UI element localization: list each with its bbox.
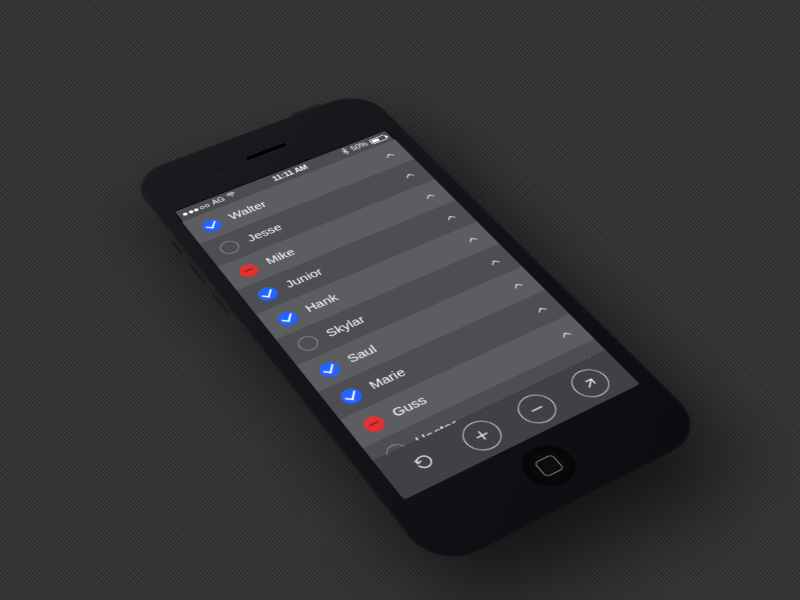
minus-icon [524, 399, 551, 419]
undo-button[interactable] [398, 442, 453, 484]
empty-circle-icon[interactable] [294, 333, 322, 353]
chevron-up-icon[interactable] [484, 255, 506, 270]
wifi-icon [225, 191, 239, 201]
contact-name: Saul [344, 343, 380, 366]
battery-fill [371, 138, 380, 143]
plus-icon [468, 425, 495, 445]
arrow-up-right-icon [577, 374, 604, 393]
list-item[interactable]: Hector [363, 339, 621, 478]
iphone5-body: AG 11:11 AM 50% [127, 89, 711, 572]
remove-button[interactable] [510, 389, 564, 428]
contact-name: Marie [366, 366, 409, 392]
minus-icon[interactable] [359, 412, 389, 434]
checkmark-icon[interactable] [273, 308, 301, 328]
home-button[interactable] [509, 436, 590, 497]
minus-icon[interactable] [235, 261, 262, 279]
empty-circle-icon[interactable] [216, 238, 242, 256]
front-camera [218, 164, 228, 170]
chevron-up-icon[interactable] [530, 301, 553, 316]
checkmark-icon[interactable] [254, 284, 281, 303]
contact-name: Guss [389, 394, 430, 420]
phone-mockup: AG 11:11 AM 50% [127, 89, 711, 572]
chevron-up-icon[interactable] [579, 351, 602, 368]
list-item[interactable]: Guss [340, 314, 595, 448]
list-item[interactable]: Marie [318, 290, 570, 420]
chevron-up-icon[interactable] [554, 326, 577, 342]
checkmark-icon[interactable] [315, 359, 344, 380]
contact-name: Hector [412, 417, 462, 448]
checkmark-icon[interactable] [336, 385, 365, 407]
empty-circle-icon[interactable] [382, 441, 412, 464]
forward-button[interactable] [564, 364, 617, 402]
earpiece [245, 143, 287, 161]
undo-icon [412, 452, 439, 473]
bottom-toolbar [374, 351, 640, 500]
checkmark-icon[interactable] [198, 216, 224, 233]
screen: AG 11:11 AM 50% [174, 130, 640, 500]
chevron-up-icon[interactable] [379, 149, 399, 162]
power-button [291, 103, 322, 116]
chevron-up-icon[interactable] [419, 189, 440, 202]
contact-name: Skylar [323, 313, 368, 339]
contact-name: Hank [302, 292, 341, 315]
chevron-up-icon[interactable] [461, 232, 482, 246]
contact-name: Mike [263, 247, 298, 267]
chevron-up-icon[interactable] [506, 278, 528, 293]
chevron-up-icon[interactable] [399, 169, 419, 182]
chevron-up-icon[interactable] [440, 210, 461, 224]
add-button[interactable] [455, 415, 509, 456]
